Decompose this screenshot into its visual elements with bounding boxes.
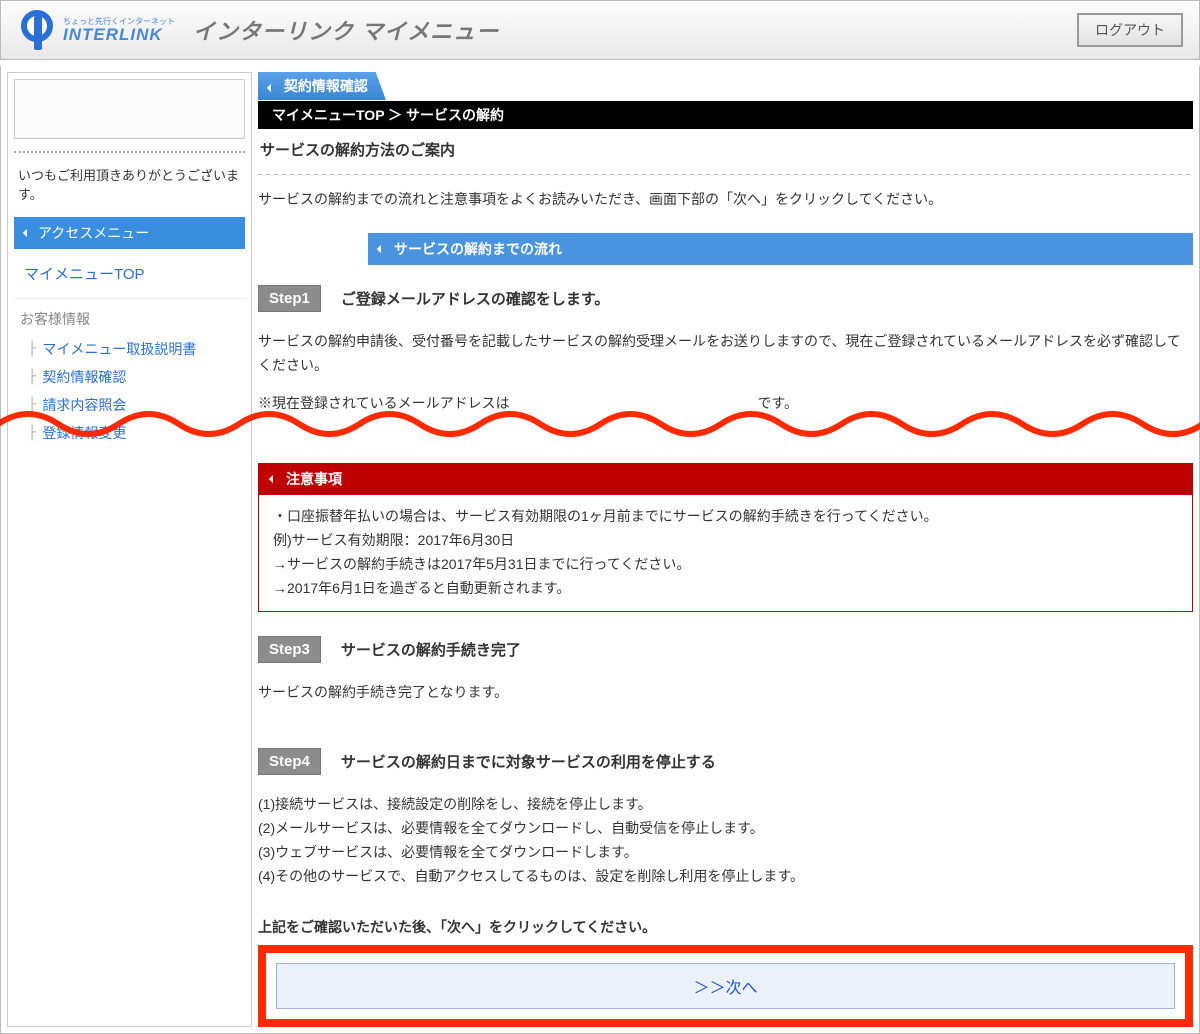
step1-note-suffix: です。 (757, 395, 798, 411)
step3-row: Step3 サービスの解約手続き完了 (258, 636, 1193, 663)
sidebar-item-contract[interactable]: ├ 契約情報確認 (14, 363, 245, 391)
step4-line: (4)その他のサービスで、自動アクセスしてるものは、設定を削除し利用を停止します… (258, 865, 1193, 889)
step4-title: サービスの解約日までに対象サービスの利用を停止する (341, 751, 716, 772)
logout-button[interactable]: ログアウト (1077, 13, 1183, 47)
warning-box: ・口座振替年払いの場合は、サービス有効期限の1ヶ月前までにサービスの解約手続きを… (258, 495, 1193, 611)
sidebar-top-link[interactable]: マイメニューTOP (14, 249, 245, 299)
step3-badge: Step3 (258, 636, 321, 663)
confirm-text: 上記をご確認いただいた後、「次へ」をクリックしてください。 (258, 917, 1193, 937)
logo: ちょっと先行くインターネット INTERLINK (17, 10, 175, 50)
step1-badge: Step1 (258, 285, 321, 312)
next-button-highlight: ＞＞次へ (258, 945, 1193, 1027)
page-tab: 契約情報確認 (258, 72, 386, 100)
step1-row: Step1 ご登録メールアドレスの確認をします。 (258, 285, 1193, 312)
warning-header-label: 注意事項 (286, 469, 342, 489)
warning-line: →サービスの解約手続きは2017年5月31日までに行ってください。 (273, 553, 1178, 577)
sidebar-item-label: 登録情報変更 (42, 423, 126, 443)
access-menu-label: アクセスメニュー (38, 223, 149, 243)
sidebar-item-label: 契約情報確認 (42, 367, 126, 387)
sidebar-item-registration[interactable]: ├ 登録情報変更 (14, 419, 245, 447)
arrow-icon (23, 229, 31, 237)
step4-line: (3)ウェブサービスは、必要情報を全てダウンロードします。 (258, 841, 1193, 865)
lead-text: サービスの解約までの流れと注意事項をよくお読みいただき、画面下部の「次へ」をクリ… (258, 189, 1193, 209)
warning-line: ・口座振替年払いの場合は、サービス有効期限の1ヶ月前までにサービスの解約手続きを… (273, 505, 1178, 529)
step4-list: (1)接続サービスは、接続設定の削除をし、接続を停止します。 (2)メールサービ… (258, 793, 1193, 888)
page-title: サービスの解約方法のご案内 (258, 129, 1193, 170)
tree-icon: ├ (28, 341, 36, 357)
thanks-text: いつもご利用頂きありがとうございます。 (14, 165, 245, 203)
next-button[interactable]: ＞＞次へ (276, 963, 1175, 1009)
tree-icon: ├ (28, 369, 36, 385)
header: ちょっと先行くインターネット INTERLINK インターリンク マイメニュー … (0, 0, 1200, 60)
tab-label-text: 契約情報確認 (284, 78, 368, 94)
access-menu-header: アクセスメニュー (14, 217, 245, 249)
step1-paragraph: サービスの解約申請後、受付番号を記載したサービスの解約受理メールをお送りしますの… (258, 330, 1193, 378)
step1-note-prefix: ※現在登録されているメールアドレスは (258, 395, 510, 411)
step4-row: Step4 サービスの解約日までに対象サービスの利用を停止する (258, 748, 1193, 775)
divider (258, 174, 1193, 175)
breadcrumb: マイメニューTOP ＞ サービスの解約 (258, 101, 1193, 129)
warning-line: 例)サービス有効期限：2017年6月30日 (273, 529, 1178, 553)
sidebar-item-manual[interactable]: ├ マイメニュー取扱説明書 (14, 335, 245, 363)
step3-title: サービスの解約手続き完了 (341, 639, 521, 660)
logo-icon (17, 10, 57, 50)
step3-paragraph: サービスの解約手続き完了となります。 (258, 681, 1193, 705)
step4-line: (1)接続サービスは、接続設定の削除をし、接続を停止します。 (258, 793, 1193, 817)
warning-line: →2017年6月1日を過ぎると自動更新されます。 (273, 577, 1178, 601)
step4-badge: Step4 (258, 748, 321, 775)
sidebar: いつもご利用頂きありがとうございます。 アクセスメニュー マイメニューTOP お… (7, 72, 252, 1027)
sidebar-item-label: マイメニュー取扱説明書 (42, 339, 196, 359)
user-box (14, 79, 245, 139)
sidebar-item-label: 請求内容照会 (42, 395, 126, 415)
tree-icon: ├ (28, 425, 36, 441)
flow-section-label: サービスの解約までの流れ (394, 239, 562, 259)
arrow-icon (269, 475, 277, 483)
step1-note: ※現在登録されているメールアドレスは です。 (258, 392, 1193, 416)
step4-line: (2)メールサービスは、必要情報を全てダウンロードし、自動受信を停止します。 (258, 817, 1193, 841)
tree-icon: ├ (28, 397, 36, 413)
main-content: 契約情報確認 マイメニューTOP ＞ サービスの解約 サービスの解約方法のご案内… (258, 72, 1193, 1027)
sidebar-group-label: お客様情報 (14, 299, 245, 335)
header-title: インターリンク マイメニュー (193, 14, 499, 46)
step1-title: ご登録メールアドレスの確認をします。 (341, 288, 610, 309)
arrow-icon (377, 245, 385, 253)
logo-brand: INTERLINK (63, 26, 175, 43)
sidebar-item-billing[interactable]: ├ 請求内容照会 (14, 391, 245, 419)
warning-header: 注意事項 (258, 463, 1193, 495)
arrow-icon (267, 84, 275, 92)
flow-section-header: サービスの解約までの流れ (368, 233, 1193, 265)
